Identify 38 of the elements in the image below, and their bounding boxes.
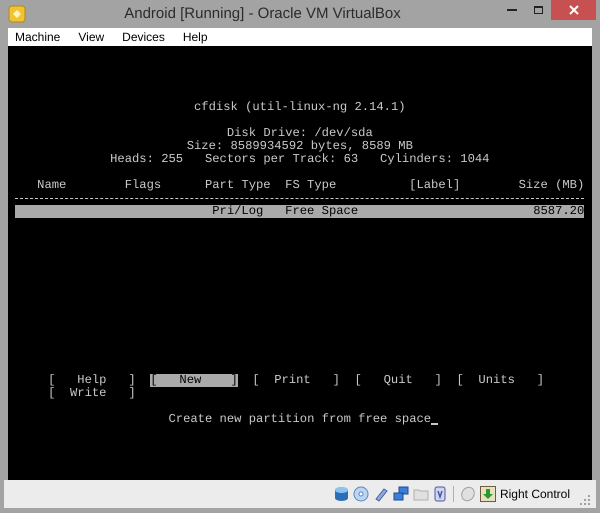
download-arrow-icon[interactable] [480, 486, 496, 502]
app-icon [8, 5, 26, 23]
column-header: [Label] [409, 178, 460, 192]
command-button[interactable]: [ Quit ] [354, 374, 442, 387]
menu-item[interactable]: Help [182, 28, 208, 46]
program-title: cfdisk (util-linux-ng 2.14.1) [193, 101, 407, 114]
partition-row[interactable]: Pri/Log Free Space 8587.20 [15, 205, 584, 218]
chip-icon[interactable] [432, 486, 447, 502]
disk-info-line: Disk Drive: /dev/sda [226, 127, 373, 140]
column-header: Name [37, 178, 66, 192]
window-title: Android [Running] - Oracle VM VirtualBox [123, 4, 402, 24]
menu-item[interactable]: Devices [122, 28, 165, 46]
command-button[interactable]: [ Help ] [48, 374, 136, 387]
command-button[interactable]: [ Print ] [252, 374, 340, 387]
menu-item[interactable]: Machine [15, 28, 60, 46]
command-button[interactable]: [ New ] [150, 374, 238, 387]
close-icon [568, 5, 578, 15]
column-header: Part Type [204, 178, 271, 192]
disk-info-line: Size: 8589934592 bytes, 8589 MB [186, 140, 413, 153]
close-button[interactable] [551, 0, 596, 20]
optical-disc-icon[interactable] [352, 486, 369, 502]
column-header: Size (MB) [518, 178, 584, 192]
column-header: FS Type [285, 178, 336, 192]
host-key-label: Right Control [500, 486, 570, 503]
table-cell: Free Space [285, 204, 358, 218]
column-header: Flags [124, 178, 162, 192]
resize-grip-icon[interactable] [580, 495, 590, 505]
hard-disk-icon[interactable] [334, 486, 349, 502]
disk-info-line: Heads: 255 Sectors per Track: 63 Cylinders: 1044 [110, 153, 490, 166]
command-button[interactable]: [ Write ] [48, 387, 136, 400]
table-cell: 8587.20 [533, 204, 584, 218]
menu-item[interactable]: View [78, 28, 104, 46]
network-icon[interactable] [392, 486, 409, 502]
text-cursor [431, 423, 438, 425]
table-cell: Pri/Log [212, 204, 264, 218]
pen-icon[interactable] [372, 486, 389, 502]
command-button[interactable]: [ Units ] [456, 374, 544, 387]
status-message: Create new partition from free space [168, 413, 432, 426]
